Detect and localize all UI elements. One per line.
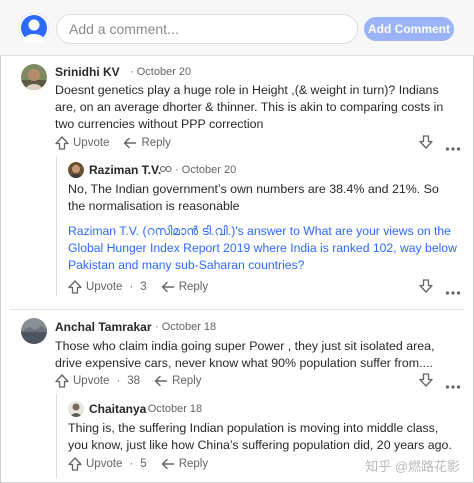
chaitanya-avatar-photo xyxy=(68,401,84,417)
downvote-button[interactable] xyxy=(419,135,433,154)
avatar[interactable] xyxy=(21,318,47,344)
more-options-button[interactable] xyxy=(445,377,461,395)
comment-text: Those who claim india going super Power … xyxy=(55,339,435,370)
reply-label: Reply xyxy=(178,458,209,470)
comment-input[interactable] xyxy=(56,14,358,44)
comment-date: · October 20 xyxy=(130,66,192,78)
more-options-button[interactable] xyxy=(445,283,461,301)
date-text: October 18 xyxy=(161,321,217,333)
upvote-label: Upvote xyxy=(86,458,123,470)
upvote-count: 5 xyxy=(140,458,147,470)
reply-label: Reply xyxy=(178,281,209,293)
upvote-arrow-icon xyxy=(55,374,69,388)
upvote-count: 3 xyxy=(140,281,147,293)
more-dots-icon xyxy=(445,385,461,389)
reply-arrow-icon xyxy=(161,458,174,470)
comment-date: · October 20 xyxy=(160,164,236,176)
upvote-button[interactable]: Upvote · 3 xyxy=(68,280,147,294)
comment-date: · October 18 xyxy=(141,403,203,415)
comment-author[interactable]: Raziman T.V. xyxy=(89,163,161,177)
avatar[interactable] xyxy=(68,401,84,417)
upvote-label: Upvote xyxy=(73,137,110,149)
thread-line xyxy=(56,156,57,296)
upvote-count: 38 xyxy=(127,375,141,387)
upvote-button[interactable]: Upvote · 5 xyxy=(68,457,147,471)
upvote-arrow-icon xyxy=(68,280,82,294)
reply-arrow-icon xyxy=(124,137,137,149)
downvote-button[interactable] xyxy=(419,373,433,392)
comment-divider xyxy=(10,309,464,310)
comment-text: No, The Indian government’s own numbers … xyxy=(68,182,439,213)
separator-dot: · xyxy=(116,375,121,387)
reply-button[interactable]: Reply xyxy=(123,136,171,150)
comment-date: · October 18 xyxy=(155,321,217,333)
reply-label: Reply xyxy=(172,375,202,387)
downvote-arrow-icon xyxy=(419,279,433,293)
avatar[interactable] xyxy=(21,64,47,90)
watermark-text: 知乎 @燃路花影 xyxy=(365,459,460,474)
date-text: October 20 xyxy=(136,66,192,78)
user-silhouette-icon xyxy=(19,13,49,43)
more-options-button[interactable] xyxy=(445,139,461,157)
comment-text: Thing is, the suffering Indian populatio… xyxy=(68,421,452,452)
thread-line xyxy=(56,394,57,478)
downvote-arrow-icon xyxy=(419,135,433,149)
avatar[interactable] xyxy=(68,162,84,178)
comment-text: Doesnt genetics play a huge role in Heig… xyxy=(55,83,444,131)
upvote-label: Upvote xyxy=(86,281,123,293)
comment-actions: Upvote · 38 Reply xyxy=(55,372,215,390)
upvote-label: Upvote xyxy=(73,375,110,387)
raziman-avatar-photo xyxy=(68,162,84,178)
comment-composer: Add Comment xyxy=(0,0,474,56)
downvote-arrow-icon xyxy=(419,373,433,387)
badge-icon xyxy=(160,166,172,172)
more-dots-icon xyxy=(445,147,461,151)
upvote-button[interactable]: Upvote · 38 xyxy=(55,374,140,388)
upvote-button[interactable]: Upvote xyxy=(55,136,109,150)
downvote-button[interactable] xyxy=(419,279,433,298)
comment-actions: Upvote · 5 Reply xyxy=(68,455,222,473)
date-text: October 20 xyxy=(181,164,237,176)
separator-dot: · xyxy=(129,458,134,470)
comment-author[interactable]: Srinidhi KV xyxy=(55,65,120,79)
anchal-avatar-photo xyxy=(21,318,47,344)
separator-dot: · xyxy=(129,281,134,293)
current-user-avatar[interactable] xyxy=(19,13,49,43)
reply-arrow-icon xyxy=(154,375,168,387)
reply-arrow-icon xyxy=(161,281,174,293)
comment-author[interactable]: Chaitanya xyxy=(89,402,146,416)
reply-button[interactable]: Reply xyxy=(161,280,208,294)
reply-button[interactable]: Reply xyxy=(154,374,201,388)
answer-link[interactable]: Raziman T.V. (റസിമാൻ ടി.വി.)'s answer to… xyxy=(68,223,460,274)
upvote-arrow-icon xyxy=(55,136,69,150)
comment-actions: Upvote · 3 Reply xyxy=(68,278,222,296)
date-text: October 18 xyxy=(147,403,203,415)
more-dots-icon xyxy=(445,291,461,295)
add-comment-button[interactable]: Add Comment xyxy=(364,17,454,41)
comment-actions: Upvote Reply xyxy=(55,134,185,152)
upvote-arrow-icon xyxy=(68,457,82,471)
reply-label: Reply xyxy=(141,137,171,149)
reply-button[interactable]: Reply xyxy=(161,457,208,471)
srinidhi-avatar-photo xyxy=(21,64,47,90)
comment-author[interactable]: Anchal Tamrakar xyxy=(55,320,152,334)
